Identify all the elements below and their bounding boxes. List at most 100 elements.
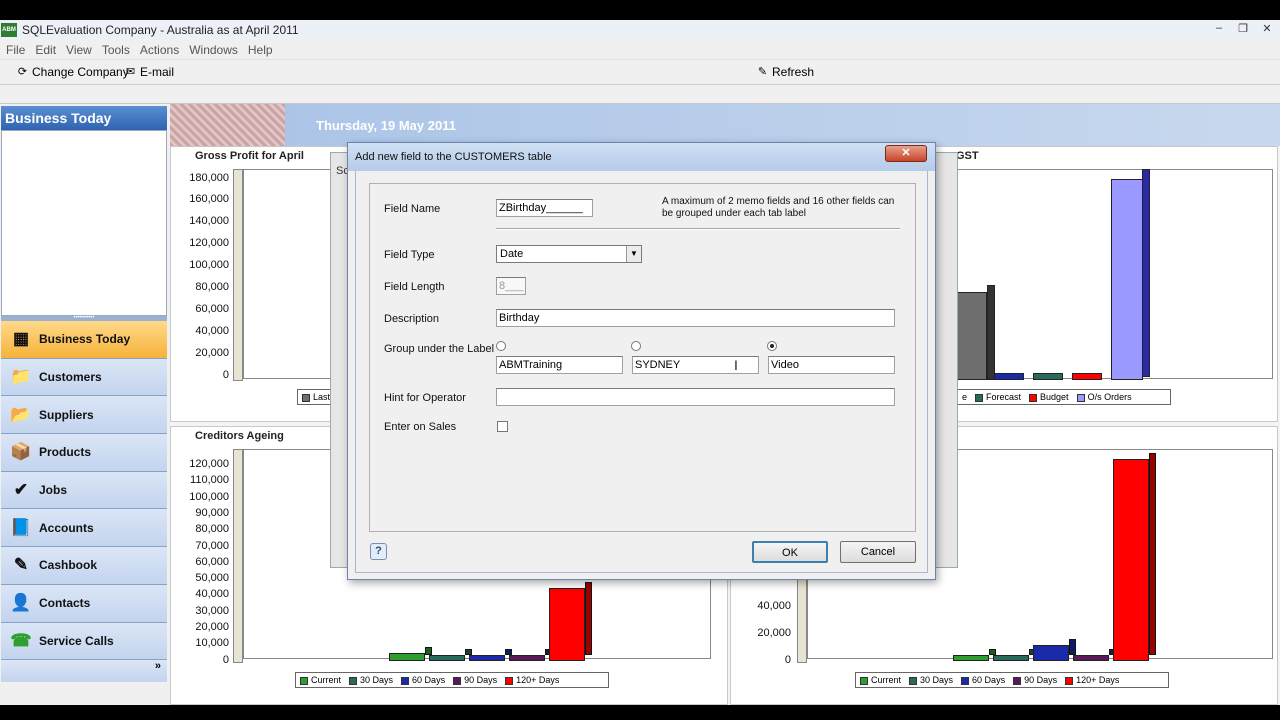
toolbar: ⟳ Change Company ✉ E-mail ✎ Refresh bbox=[0, 59, 1280, 85]
legend-swatch bbox=[453, 676, 462, 685]
legend-label: 60 Days bbox=[412, 675, 446, 685]
y-tick: 80,000 bbox=[195, 281, 229, 293]
bar-forecast bbox=[1033, 373, 1063, 380]
description-input[interactable]: Birthday bbox=[496, 309, 895, 327]
group-label: Group under the Label bbox=[384, 343, 495, 355]
field-name-label: Field Name bbox=[384, 203, 441, 215]
banknote-image bbox=[170, 104, 285, 146]
group-radio-sydney[interactable] bbox=[631, 341, 641, 351]
y-tick: 140,000 bbox=[189, 215, 229, 227]
ok-button[interactable]: OK bbox=[752, 541, 828, 563]
change-company-label: Change Company bbox=[32, 65, 129, 79]
nav-item-products[interactable]: 📦 Products bbox=[1, 434, 167, 472]
group-input-abmtraining[interactable]: ABMTraining bbox=[496, 356, 623, 374]
y-tick: 20,000 bbox=[195, 621, 229, 633]
legend-label: Budget bbox=[1040, 392, 1069, 402]
y-tick: 20,000 bbox=[195, 347, 229, 359]
help-icon[interactable]: ? bbox=[370, 543, 387, 560]
chart-depth-wall bbox=[233, 169, 243, 381]
hint-input[interactable] bbox=[496, 388, 895, 406]
dialog-close-button[interactable]: ✕ bbox=[885, 145, 927, 162]
debtors-legend: Current 30 Days 60 Days 90 Days 120+ Day… bbox=[855, 672, 1169, 688]
legend-swatch bbox=[349, 676, 358, 685]
y-tick: 110,000 bbox=[190, 474, 229, 487]
y-tick: 70,000 bbox=[195, 539, 229, 552]
window-titlebar: ABM SQLEvaluation Company - Australia as… bbox=[0, 20, 1280, 40]
business-today-content bbox=[1, 130, 167, 316]
minimize-button[interactable]: – bbox=[1212, 22, 1226, 35]
nav-item-label: Suppliers bbox=[39, 407, 94, 422]
menu-windows[interactable]: Windows bbox=[189, 43, 238, 57]
field-length-input[interactable]: 8___ bbox=[496, 277, 526, 295]
left-panel: Business Today •••••••••• ▦ Business Tod… bbox=[0, 104, 170, 705]
close-button[interactable]: ✕ bbox=[1260, 22, 1274, 35]
cancel-button[interactable]: Cancel bbox=[840, 541, 916, 563]
legend-swatch bbox=[975, 393, 984, 402]
window-title: SQLEvaluation Company - Australia as at … bbox=[22, 23, 299, 37]
nav-item-business-today[interactable]: ▦ Business Today bbox=[1, 321, 167, 359]
dialog-titlebar: Add new field to the CUSTOMERS table ✕ bbox=[348, 143, 935, 171]
checklist-icon: ✔ bbox=[13, 480, 29, 500]
group-input-video[interactable]: Video bbox=[768, 356, 895, 374]
bar-90-days bbox=[1073, 655, 1109, 661]
creditors-legend: Current 30 Days 60 Days 90 Days 120+ Day… bbox=[295, 672, 609, 688]
y-tick: 0 bbox=[784, 654, 791, 666]
refresh-button[interactable]: ✎ Refresh bbox=[756, 65, 814, 79]
menu-edit[interactable]: Edit bbox=[35, 43, 56, 57]
chevron-down-icon[interactable]: ▼ bbox=[626, 246, 641, 262]
nav-more-button[interactable]: » bbox=[1, 660, 167, 683]
menu-file[interactable]: File bbox=[6, 43, 25, 57]
legend-swatch bbox=[1029, 393, 1038, 402]
bar-last-side bbox=[987, 285, 995, 380]
restore-button[interactable]: ❐ bbox=[1236, 22, 1250, 35]
y-tick: 20,000 bbox=[757, 627, 791, 639]
boxes-icon: 📦 bbox=[10, 442, 32, 462]
email-button[interactable]: ✉ E-mail bbox=[124, 65, 174, 79]
bar-budget-small bbox=[994, 373, 1024, 380]
nav-item-suppliers[interactable]: 📂 Suppliers bbox=[1, 396, 167, 435]
legend-swatch bbox=[302, 393, 310, 402]
dialog-body: Field Name ZBirthday______ A maximum of … bbox=[355, 171, 928, 573]
gross-profit-title: Gross Profit for April bbox=[195, 150, 304, 162]
group-radio-abmtraining[interactable] bbox=[496, 341, 506, 351]
refresh-circle-icon: ⟳ bbox=[17, 65, 28, 78]
nav-item-cashbook[interactable]: ✎ Cashbook bbox=[1, 547, 167, 585]
bar-budget bbox=[1072, 373, 1102, 380]
menu-help[interactable]: Help bbox=[248, 43, 273, 57]
legend-label: 30 Days bbox=[360, 675, 394, 685]
bar-60-days bbox=[469, 655, 505, 661]
nav-item-label: Products bbox=[39, 445, 92, 460]
legend-label: 90 Days bbox=[1024, 675, 1058, 685]
change-company-button[interactable]: ⟳ Change Company bbox=[16, 65, 129, 79]
calendar-icon: ▦ bbox=[12, 329, 30, 349]
group-input-sydney[interactable]: SYDNEY bbox=[632, 356, 759, 374]
bar-60-days bbox=[1033, 645, 1069, 661]
enter-on-sales-checkbox[interactable] bbox=[497, 421, 508, 432]
y-tick: 40,000 bbox=[195, 588, 229, 601]
nav-item-accounts[interactable]: 📘 Accounts bbox=[1, 509, 167, 548]
nav-item-customers[interactable]: 📁 Customers bbox=[1, 358, 167, 397]
legend-label: Current bbox=[871, 675, 902, 685]
y-tick: 90,000 bbox=[195, 506, 229, 519]
field-name-input[interactable]: ZBirthday______ bbox=[496, 199, 593, 217]
bar-os-orders bbox=[1111, 179, 1143, 380]
legend-label: 90 Days bbox=[464, 675, 498, 685]
creditors-ageing-title: Creditors Ageing bbox=[195, 430, 284, 442]
nav-item-service-calls[interactable]: ☎ Service Calls bbox=[1, 622, 167, 661]
field-type-value: Date bbox=[500, 248, 524, 260]
field-type-select[interactable]: Date ▼ bbox=[496, 245, 642, 263]
bar-30-days bbox=[993, 655, 1029, 661]
nav-item-jobs[interactable]: ✔ Jobs bbox=[1, 471, 167, 510]
nav-item-contacts[interactable]: 👤 Contacts bbox=[1, 584, 167, 623]
menu-view[interactable]: View bbox=[66, 43, 92, 57]
y-tick: 10,000 bbox=[195, 637, 229, 650]
refresh-label: Refresh bbox=[772, 65, 815, 79]
menu-actions[interactable]: Actions bbox=[140, 43, 179, 57]
pen-paper-icon: ✎ bbox=[13, 555, 29, 575]
bar-os-orders-side bbox=[1142, 169, 1150, 377]
group-radio-video[interactable] bbox=[767, 341, 777, 351]
bar-side bbox=[1149, 453, 1156, 655]
legend-label: e bbox=[962, 392, 968, 402]
y-tick: 100,000 bbox=[189, 490, 229, 503]
menu-tools[interactable]: Tools bbox=[102, 43, 130, 57]
